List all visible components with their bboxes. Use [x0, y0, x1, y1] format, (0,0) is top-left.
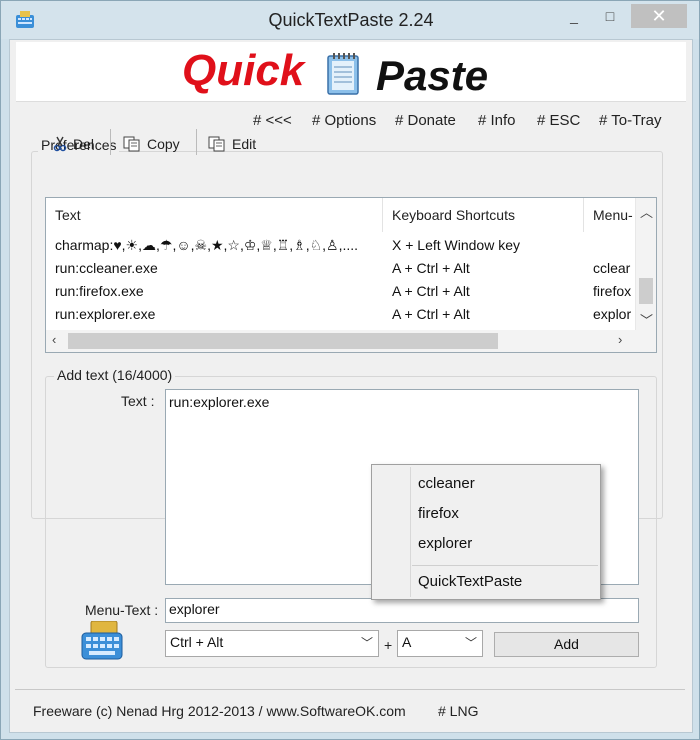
menu-item-ccleaner[interactable]: ccleaner — [418, 475, 475, 492]
row-shortcut: A + Ctrl + Alt — [392, 306, 470, 322]
del-label: Del — [73, 136, 95, 152]
list-row[interactable]: run:firefox.exe A + Ctrl + Alt firefox — [46, 280, 636, 303]
chevron-down-icon: ﹀ — [360, 636, 373, 650]
menu-text-label: Menu-Text : — [85, 602, 159, 618]
row-text: run:ccleaner.exe — [55, 260, 158, 276]
row-menu — [593, 234, 636, 257]
plus-label: + — [384, 637, 393, 653]
copy-icon — [123, 136, 140, 152]
row-text: run:explorer.exe — [55, 306, 156, 322]
logo-word-paste: Paste — [376, 52, 489, 99]
list-row[interactable]: run:ccleaner.exe A + Ctrl + Alt cclear — [46, 257, 636, 280]
edit-label: Edit — [232, 136, 257, 152]
copy-button[interactable]: Copy — [123, 133, 180, 155]
menu-item-quicktextpaste[interactable]: QuickTextPaste — [418, 573, 522, 590]
to-tray-link[interactable]: # To-Tray — [599, 112, 662, 129]
scroll-up-icon[interactable]: ︿ — [640, 202, 653, 221]
list-row[interactable]: run:explorer.exe A + Ctrl + Alt explor — [46, 303, 636, 326]
copyright-link[interactable]: Freeware (c) Nenad Hrg 2012-2013 / www.S… — [33, 703, 406, 719]
row-menu: firefox — [593, 283, 632, 299]
horizontal-scroll-thumb[interactable] — [68, 333, 498, 349]
minimize-button[interactable]: _ — [557, 4, 591, 28]
options-link[interactable]: # Options — [312, 112, 376, 129]
menu-item-explorer[interactable]: explorer — [418, 535, 472, 552]
shortcut-list[interactable]: Text Keyboard Shortcuts Menu- charmap:♥,… — [45, 197, 657, 353]
back-link[interactable]: # <<< — [253, 112, 292, 129]
list-row[interactable]: charmap:♥,☀,☁,☂,☺,☠,★,☆,♔,♕,♖,♗,♘,♙,....… — [46, 234, 636, 257]
del-button[interactable]: Del — [53, 133, 94, 155]
modifier-value: Ctrl + Alt — [170, 634, 224, 650]
row-shortcut: X + Left Window key — [392, 237, 521, 253]
app-window: QuickTextPaste 2.24 _ □ ✕ Quick Paste # … — [0, 0, 700, 740]
add-button[interactable]: Add — [494, 632, 639, 657]
add-text-label: Add text (16/4000) — [54, 367, 176, 383]
donate-link[interactable]: # Donate — [395, 112, 456, 129]
esc-link[interactable]: # ESC — [537, 112, 580, 129]
scissors-icon — [53, 136, 67, 152]
horizontal-scrollbar[interactable]: ‹ › — [46, 330, 656, 352]
maximize-button[interactable]: □ — [593, 4, 627, 28]
menu-separator — [412, 565, 598, 566]
scroll-left-icon[interactable]: ‹ — [52, 332, 56, 347]
scroll-down-icon[interactable]: ﹀ — [640, 310, 653, 329]
toolbar-divider — [110, 129, 111, 155]
column-header-text[interactable]: Text — [46, 198, 383, 232]
chevron-down-icon: ﹀ — [464, 636, 477, 650]
vertical-scroll-thumb[interactable] — [639, 278, 653, 304]
title-bar[interactable]: QuickTextPaste 2.24 _ □ ✕ — [1, 1, 699, 39]
preview-popup-menu: ccleaner firefox explorer QuickTextPaste — [371, 464, 601, 600]
scroll-right-icon[interactable]: › — [618, 332, 622, 347]
footer-divider — [15, 689, 685, 690]
info-link[interactable]: # Info — [478, 112, 516, 129]
logo-word-quick: Quick — [182, 46, 305, 95]
text-label: Text : — [121, 393, 155, 409]
edit-button[interactable]: Edit — [208, 133, 256, 155]
menu-text-input[interactable]: explorer — [165, 598, 639, 623]
column-header-shortcuts[interactable]: Keyboard Shortcuts — [383, 198, 584, 232]
vertical-scrollbar[interactable]: ︿ ﹀ — [635, 198, 656, 330]
row-text: charmap:♥,☀,☁,☂,☺,☠,★,☆,♔,♕,♖,♗,♘,♙,.... — [55, 237, 359, 253]
column-header-menu[interactable]: Menu- — [584, 198, 636, 232]
row-shortcut: A + Ctrl + Alt — [392, 260, 470, 276]
row-text: run:firefox.exe — [55, 283, 144, 299]
toolbar-divider — [196, 129, 197, 155]
edit-icon — [208, 136, 225, 152]
logo-banner: Quick Paste — [16, 42, 686, 102]
key-select[interactable]: A ﹀ — [397, 630, 483, 657]
keyboard-clipboard-icon — [81, 621, 123, 660]
row-shortcut: A + Ctrl + Alt — [392, 283, 470, 299]
modifier-select[interactable]: Ctrl + Alt ﹀ — [165, 630, 379, 657]
row-menu: explor — [593, 306, 632, 322]
notepad-icon — [327, 53, 359, 95]
key-value: A — [402, 634, 412, 650]
copy-label: Copy — [147, 136, 180, 152]
menu-item-firefox[interactable]: firefox — [418, 505, 459, 522]
language-link[interactable]: # LNG — [438, 703, 478, 719]
close-button[interactable]: ✕ — [631, 4, 687, 28]
row-menu: cclear — [593, 260, 631, 276]
menu-gutter — [410, 467, 411, 597]
